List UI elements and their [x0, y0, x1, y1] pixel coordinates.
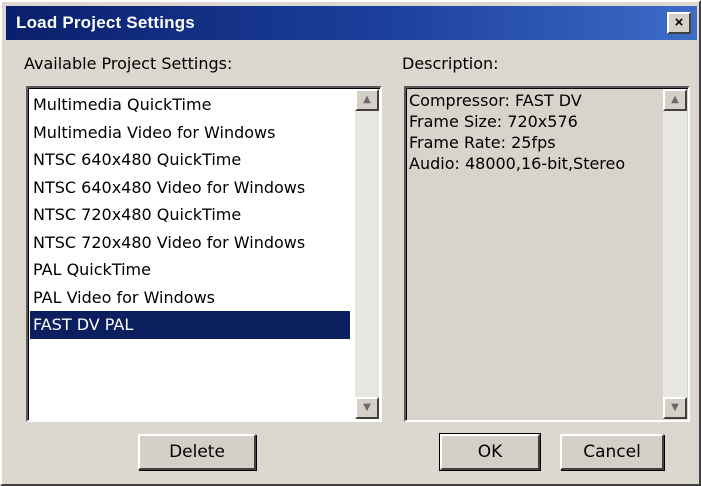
- list-item-ntsc-640x480-quicktime[interactable]: NTSC 640x480 QuickTime: [30, 146, 350, 174]
- scroll-down-arrow-icon: ▼: [671, 402, 679, 413]
- title-bar[interactable]: Load Project Settings ×: [6, 6, 697, 40]
- description-frame-size: Frame Size: 720x576: [409, 112, 578, 131]
- load-project-settings-dialog: Load Project Settings × Available Projec…: [0, 0, 701, 486]
- available-settings-label: Available Project Settings:: [24, 54, 233, 73]
- list-item-pal-video-for-windows[interactable]: PAL Video for Windows: [30, 284, 350, 312]
- available-settings-list[interactable]: Multimedia QuickTime Multimedia Video fo…: [26, 86, 382, 422]
- close-button[interactable]: ×: [667, 12, 691, 34]
- description-frame-rate: Frame Rate: 25fps: [409, 133, 556, 152]
- available-settings-items: Multimedia QuickTime Multimedia Video fo…: [30, 91, 350, 339]
- delete-button[interactable]: Delete: [138, 434, 256, 470]
- list-item-fast-dv-pal[interactable]: FAST DV PAL: [30, 311, 350, 339]
- list-item-ntsc-720x480-video-for-windows[interactable]: NTSC 720x480 Video for Windows: [30, 229, 350, 257]
- description-scroll-up-button[interactable]: ▲: [663, 89, 687, 111]
- close-icon: ×: [674, 14, 684, 31]
- list-item-multimedia-video-for-windows[interactable]: Multimedia Video for Windows: [30, 119, 350, 147]
- scroll-up-arrow-icon: ▲: [363, 94, 371, 105]
- description-text: Compressor: FAST DV Frame Size: 720x576 …: [409, 90, 658, 174]
- settings-list-scrollbar[interactable]: ▲ ▼: [355, 89, 379, 419]
- ok-button[interactable]: OK: [439, 433, 541, 471]
- list-item-ntsc-640x480-video-for-windows[interactable]: NTSC 640x480 Video for Windows: [30, 174, 350, 202]
- description-box: Compressor: FAST DV Frame Size: 720x576 …: [404, 86, 690, 422]
- scroll-up-arrow-icon: ▲: [671, 94, 679, 105]
- scroll-down-arrow-icon: ▼: [363, 402, 371, 413]
- description-scroll-down-button[interactable]: ▼: [663, 397, 687, 419]
- description-label: Description:: [402, 54, 499, 73]
- list-item-ntsc-720x480-quicktime[interactable]: NTSC 720x480 QuickTime: [30, 201, 350, 229]
- list-item-multimedia-quicktime[interactable]: Multimedia QuickTime: [30, 91, 350, 119]
- description-audio: Audio: 48000,16-bit,Stereo: [409, 154, 626, 173]
- scroll-up-button[interactable]: ▲: [355, 89, 379, 111]
- scroll-down-button[interactable]: ▼: [355, 397, 379, 419]
- description-compressor: Compressor: FAST DV: [409, 91, 582, 110]
- list-item-pal-quicktime[interactable]: PAL QuickTime: [30, 256, 350, 284]
- dialog-title: Load Project Settings: [16, 13, 195, 32]
- description-scrollbar[interactable]: ▲ ▼: [663, 89, 687, 419]
- cancel-button[interactable]: Cancel: [560, 434, 664, 470]
